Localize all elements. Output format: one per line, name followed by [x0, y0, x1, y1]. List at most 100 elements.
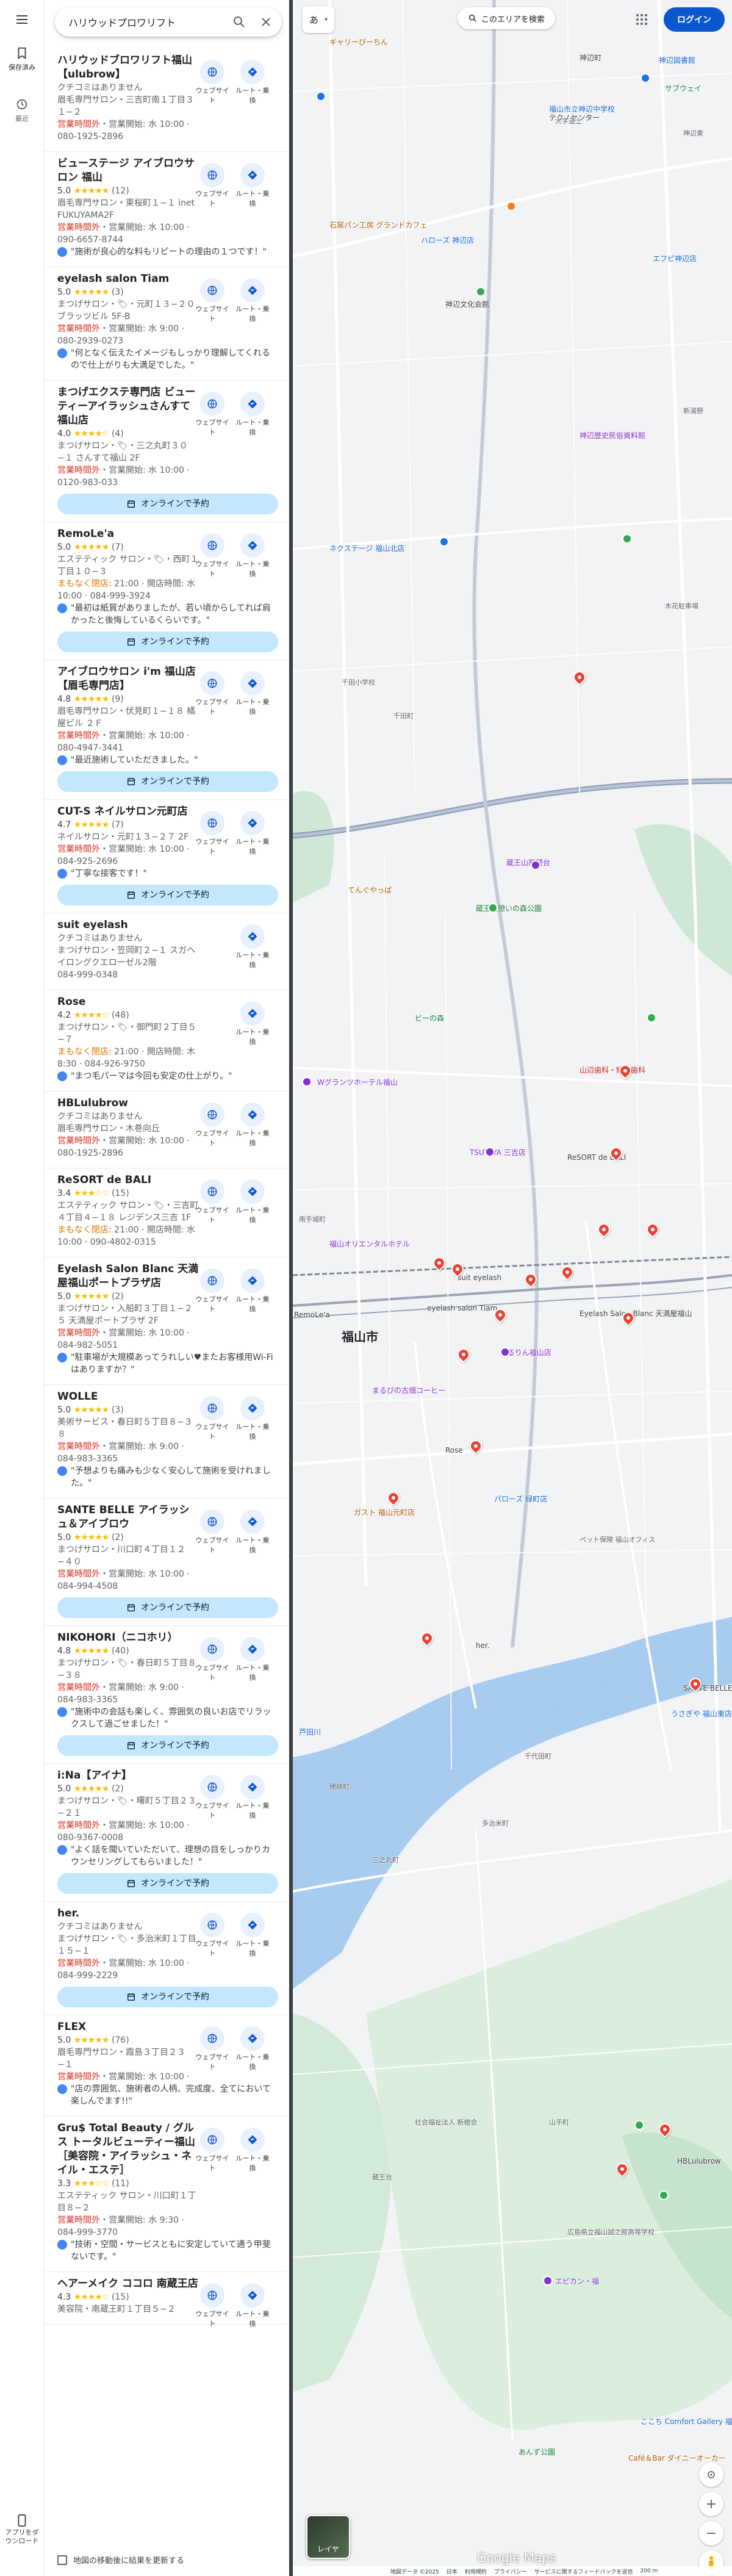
- map-place-label[interactable]: 千田町: [393, 711, 414, 721]
- map-place-label[interactable]: 新湯野: [683, 406, 703, 416]
- website-button[interactable]: ウェブサイト: [194, 533, 231, 578]
- map-place-label[interactable]: ペット保険 福山オフィス: [580, 1534, 655, 1544]
- my-location-button[interactable]: [699, 2463, 723, 2487]
- apps-grid-icon[interactable]: [634, 12, 649, 27]
- footer-link[interactable]: サービスに関するフィードバックを送信: [534, 2567, 633, 2575]
- directions-button[interactable]: ルート・乗換: [234, 1179, 271, 1225]
- poi-marker[interactable]: [634, 2120, 644, 2130]
- map-place-label[interactable]: ギャリーぴーちん: [329, 37, 388, 47]
- poi-marker[interactable]: [543, 2276, 553, 2286]
- website-button[interactable]: ウェブサイト: [194, 163, 231, 208]
- zoom-in-button[interactable]: +: [699, 2492, 723, 2516]
- map-place-label[interactable]: 社会福祉法人 新樹会: [415, 2117, 478, 2127]
- map-place-label[interactable]: eyelash salon Tiam: [427, 1304, 497, 1312]
- directions-button[interactable]: ルート・乗換: [234, 1001, 271, 1046]
- reserve-online-button[interactable]: オンラインで予約: [57, 1987, 278, 2007]
- poi-marker[interactable]: [488, 903, 498, 913]
- poi-marker[interactable]: [302, 1077, 312, 1087]
- result-card[interactable]: RemoLe'a 5.0 ★★★★★ (7) エステティック サロン・🏷・西町１丁目…: [44, 522, 288, 660]
- place-name[interactable]: Eyelash Salon Blanc 天満屋福山ポートプラザ店: [57, 1257, 199, 1290]
- update-on-move-checkbox[interactable]: 地図の移動後に結果を更新する: [57, 2554, 184, 2566]
- map-place-label[interactable]: 山手町: [549, 2117, 569, 2127]
- directions-button[interactable]: ルート・乗換: [234, 2128, 271, 2173]
- place-name[interactable]: CUT-S ネイルサロン元町店: [57, 800, 199, 819]
- reserve-online-button[interactable]: オンラインで予約: [57, 494, 278, 514]
- place-name[interactable]: アイブロウサロン i'm 福山店【眉毛専門店】: [57, 660, 199, 693]
- place-name[interactable]: まつげエクステ専門店 ビューティーアイラッシュさんすて福山店: [57, 381, 199, 428]
- result-card[interactable]: FLEX 5.0 ★★★★★ (76) 眉毛専門サロン・霞島３丁目２３−１ 営業時間外…: [44, 2015, 288, 2117]
- map-place-label[interactable]: 南手城町: [299, 1214, 326, 1224]
- place-name[interactable]: ヘアーメイク ココロ 南蔵王店: [57, 2272, 199, 2291]
- reserve-online-button[interactable]: オンラインで予約: [57, 885, 278, 905]
- poi-marker[interactable]: [622, 534, 632, 544]
- map-place-label[interactable]: うさぎや 福山東店: [671, 1708, 732, 1719]
- map-place-label[interactable]: あんず公園: [518, 2447, 555, 2457]
- reserve-online-button[interactable]: オンラインで予約: [57, 1597, 278, 1618]
- map-place-label[interactable]: ハローズ 神辺店: [421, 235, 474, 245]
- result-card[interactable]: her. クチコミはありません まつげサロン・🏷・多治米町１丁目１５−１ 営業時間外・…: [44, 1902, 288, 2015]
- map-place-label[interactable]: HBLulubrow: [677, 2157, 721, 2165]
- search-input[interactable]: [68, 7, 215, 37]
- website-button[interactable]: ウェブサイト: [194, 2283, 231, 2328]
- reserve-online-button[interactable]: オンラインで予約: [57, 1873, 278, 1894]
- poi-marker[interactable]: [531, 860, 540, 870]
- map-place-label[interactable]: Rose: [445, 1446, 463, 1455]
- place-name[interactable]: WOLLE: [57, 1385, 199, 1404]
- website-button[interactable]: ウェブサイト: [194, 278, 231, 323]
- map-place-label[interactable]: 福山オリエンタルホテル: [329, 1239, 410, 1249]
- map-place-label[interactable]: 木花駐車場: [665, 601, 698, 611]
- map-place-label[interactable]: 広島県立福山誠之館高等学校: [567, 2227, 655, 2237]
- place-name[interactable]: ReSORT de BALI: [57, 1168, 199, 1187]
- map-place-label[interactable]: 神辺図書館: [659, 55, 695, 65]
- directions-button[interactable]: ルート・乗換: [234, 1396, 271, 1441]
- place-name[interactable]: suit eyelash: [57, 913, 199, 932]
- saved-button[interactable]: 保存済み: [0, 46, 44, 81]
- result-card[interactable]: Eyelash Salon Blanc 天満屋福山ポートプラザ店 5.0 ★★★★…: [44, 1257, 288, 1385]
- directions-button[interactable]: ルート・乗換: [234, 811, 271, 856]
- result-card[interactable]: ReSORT de BALI 3.4 ★★★☆☆ (15) エステティック サロン・…: [44, 1168, 288, 1257]
- website-button[interactable]: ウェブサイト: [194, 2128, 231, 2173]
- place-name[interactable]: HBLulubrow: [57, 1092, 199, 1110]
- result-card[interactable]: Rose 4.2 ★★★★☆ (48) まつげサロン・🏷・御門町２丁目５−７ まもなく…: [44, 990, 288, 1092]
- map-place-label[interactable]: Café＆Bar ダイニーオーカー: [628, 2453, 726, 2463]
- website-button[interactable]: ウェブサイト: [194, 1775, 231, 1820]
- map-place-label[interactable]: 蔵王山憩いの森公園: [476, 903, 542, 913]
- map-place-label[interactable]: 千田小学校: [342, 677, 375, 687]
- get-app-button[interactable]: アプリをダ ウンロード: [0, 2514, 44, 2545]
- poi-marker[interactable]: [506, 201, 516, 211]
- map-place-label[interactable]: 神辺東: [683, 128, 703, 138]
- map-place-label[interactable]: ネクステージ 福山北店: [329, 543, 404, 553]
- result-card[interactable]: まつげエクステ専門店 ビューティーアイラッシュさんすて福山店 4.0 ★★★★☆ …: [44, 381, 288, 522]
- login-button[interactable]: ログイン: [664, 7, 725, 32]
- directions-button[interactable]: ルート・乗換: [234, 671, 271, 716]
- place-name[interactable]: eyelash salon Tiam: [57, 267, 199, 286]
- result-card[interactable]: eyelash salon Tiam 5.0 ★★★★★ (3) まつげサロン・🏷・…: [44, 267, 288, 381]
- recent-button[interactable]: 最近: [0, 98, 44, 132]
- result-card[interactable]: アイブロウサロン i'm 福山店【眉毛専門店】 4.8 ★★★★★ (9) 眉毛専門…: [44, 660, 288, 800]
- directions-button[interactable]: ルート・乗換: [234, 2026, 271, 2071]
- result-card[interactable]: Gru$ Total Beauty / グルス トータルビューティー福山［美容院…: [44, 2117, 288, 2272]
- website-button[interactable]: ウェブサイト: [194, 2026, 231, 2071]
- layers-button[interactable]: レイヤ: [306, 2515, 350, 2559]
- result-card[interactable]: NIKOHORI（ニコホリ） 4.8 ★★★★★ (40) まつげサロン・🏷・春日町…: [44, 1626, 288, 1764]
- directions-button[interactable]: ルート・乗換: [234, 1268, 271, 1314]
- website-button[interactable]: ウェブサイト: [194, 1396, 231, 1441]
- input-tools-button[interactable]: あ ▾: [303, 6, 334, 33]
- website-button[interactable]: ウェブサイト: [194, 1913, 231, 1958]
- place-name[interactable]: i:Na【アイナ】: [57, 1764, 199, 1783]
- map-place-label[interactable]: RemoLe'a: [294, 1311, 330, 1319]
- map-place-label[interactable]: エフピ神辺店: [653, 253, 697, 264]
- result-card[interactable]: SANTE BELLE アイラッシュ＆アイブロウ 5.0 ★★★★★ (2) まつげ…: [44, 1498, 288, 1626]
- directions-button[interactable]: ルート・乗換: [234, 1509, 271, 1555]
- search-this-area-button[interactable]: このエリアを検索: [458, 7, 555, 29]
- map-place-label[interactable]: まるびの古畑コーヒー: [372, 1385, 445, 1395]
- directions-button[interactable]: ルート・乗換: [234, 1637, 271, 1682]
- map-place-label[interactable]: サブウェイ: [665, 83, 702, 93]
- poi-marker[interactable]: [640, 73, 650, 83]
- checkbox-box[interactable]: [57, 2555, 67, 2565]
- result-card[interactable]: i:Na【アイナ】 5.0 ★★★★★ (2) まつげサロン・🏷・曙町５丁目２３−２…: [44, 1764, 288, 1902]
- map-place-label[interactable]: 山辺歯科・矯正歯科: [580, 1065, 645, 1075]
- poi-marker[interactable]: [500, 1347, 510, 1357]
- map-place-label[interactable]: 多治米町: [482, 1818, 509, 1828]
- reserve-online-button[interactable]: オンラインで予約: [57, 771, 278, 792]
